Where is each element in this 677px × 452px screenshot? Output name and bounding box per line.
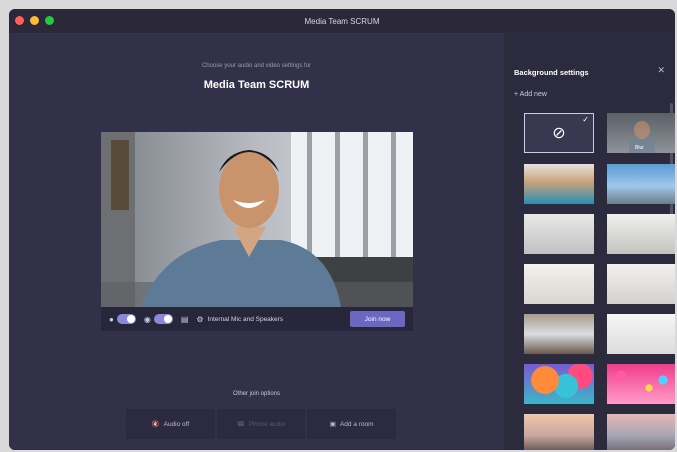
add-new-button[interactable]: + Add new: [514, 91, 547, 98]
add-new-label: Add new: [519, 91, 547, 98]
prejoin-area: Choose your audio and video settings for…: [9, 33, 504, 450]
join-options: 🔇 Audio off ☎ Phone audio ▣ Add a room: [126, 409, 397, 439]
background-thumb-room5[interactable]: [607, 314, 675, 354]
camera-preview: [101, 132, 413, 307]
speaker-off-icon: 🔇: [151, 421, 160, 428]
other-join-options-heading: Other join options: [232, 391, 281, 397]
phone-audio-option[interactable]: ☎ Phone audio: [216, 409, 306, 439]
camera-toggle[interactable]: [116, 314, 136, 324]
camera-icon: ●: [109, 314, 114, 324]
room-icon: ▣: [329, 421, 336, 428]
phone-icon: ☎: [236, 421, 245, 428]
background-thumb-confetti[interactable]: [607, 364, 675, 404]
close-window-button[interactable]: [15, 16, 24, 25]
blur-background-option[interactable]: Blur: [607, 113, 675, 153]
background-thumb-workspace[interactable]: [524, 314, 594, 354]
meeting-title: Media Team SCRUM: [203, 79, 310, 91]
microphone-toggle[interactable]: [153, 314, 173, 324]
no-background-icon: ⊘: [552, 125, 566, 142]
blur-label: Blur: [635, 145, 644, 151]
window-title: Media Team SCRUM: [304, 16, 380, 26]
audio-off-label: Audio off: [163, 420, 190, 428]
plus-icon: +: [514, 91, 519, 98]
add-room-option[interactable]: ▣ Add a room: [307, 409, 397, 439]
zoom-window-button[interactable]: [45, 16, 54, 25]
add-room-label: Add a room: [339, 420, 374, 428]
background-thumb-balloons[interactable]: [524, 364, 594, 404]
device-settings-icon[interactable]: ⚙: [196, 315, 203, 324]
panel-title: Background settings: [514, 68, 589, 77]
background-thumb-room1[interactable]: [524, 214, 594, 254]
background-thumb-room4[interactable]: [607, 264, 675, 304]
phone-audio-label: Phone audio: [248, 420, 286, 428]
background-settings-panel: Background settings ✕ + Add new ⊘ ✓ Blur: [504, 33, 675, 450]
prejoin-subtitle: Choose your audio and video settings for: [201, 63, 312, 69]
background-thumb-room3[interactable]: [524, 264, 594, 304]
audio-off-option[interactable]: 🔇 Audio off: [126, 409, 215, 439]
audio-device-label[interactable]: Internal Mic and Speakers: [208, 316, 284, 323]
background-effects-icon[interactable]: ▤: [181, 315, 189, 324]
background-thumb-room2[interactable]: [607, 214, 675, 254]
selected-check-icon: ✓: [582, 115, 589, 124]
join-now-button[interactable]: Join now: [350, 311, 405, 327]
close-icon[interactable]: ✕: [657, 65, 665, 76]
background-thumb-bridge[interactable]: [524, 414, 594, 450]
no-background-option[interactable]: ⊘ ✓: [524, 113, 594, 153]
device-controls-bar: ● ◉ ▤ ⚙ Internal Mic and Speakers Join n…: [101, 307, 413, 331]
window-controls: [15, 16, 54, 25]
background-thumb-office[interactable]: [524, 164, 594, 204]
minimize-window-button[interactable]: [30, 16, 39, 25]
teams-window: Media Team SCRUM Choose your audio and v…: [9, 9, 675, 450]
background-thumb-city[interactable]: [607, 164, 675, 204]
microphone-icon: ◉: [143, 314, 151, 324]
title-bar: Media Team SCRUM: [9, 9, 675, 33]
background-thumb-mountains[interactable]: [607, 414, 675, 450]
